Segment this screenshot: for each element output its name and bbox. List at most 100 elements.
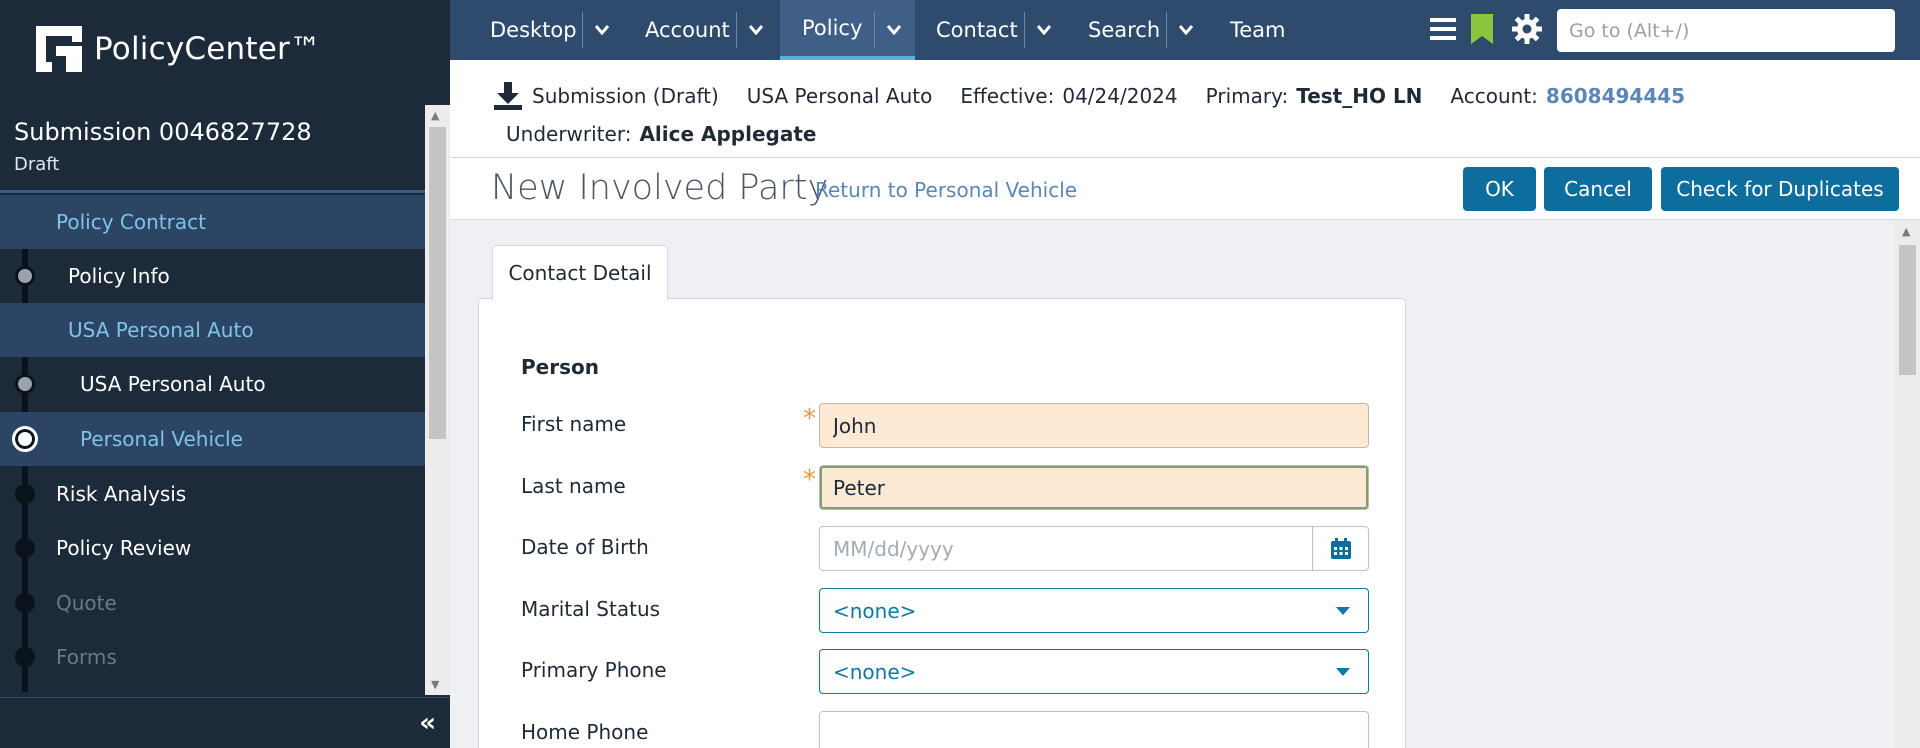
product-label: USA Personal Auto xyxy=(746,84,933,108)
tab-label: Contact xyxy=(936,18,1018,42)
sidebar-item-label: Forms xyxy=(56,645,117,669)
last-name-label: Last name xyxy=(521,474,626,498)
primary-label: Primary: xyxy=(1205,84,1289,108)
select-value: <none> xyxy=(833,659,917,684)
goto-search-input[interactable] xyxy=(1557,9,1895,52)
contact-detail-card: Person First name * Last name * Date of … xyxy=(478,298,1406,748)
tab-desktop[interactable]: Desktop xyxy=(490,0,577,60)
date-of-birth-input[interactable] xyxy=(819,526,1313,571)
sidebar-item-policy-contract[interactable]: Policy Contract xyxy=(0,195,425,249)
sidebar-item-policy-info[interactable]: Policy Info xyxy=(0,249,425,303)
step-icon xyxy=(15,484,35,504)
page-title: New Involved Party xyxy=(491,168,829,208)
caret-down-icon xyxy=(1336,668,1350,676)
primary-insured: Test_HO LN xyxy=(1296,84,1423,108)
policycenter-logo-icon xyxy=(36,26,82,72)
bookmark-icon[interactable] xyxy=(1471,14,1493,44)
ok-button[interactable]: OK xyxy=(1463,167,1536,211)
scrollbar-thumb[interactable] xyxy=(429,127,446,439)
sidebar-item-usa-personal-auto-group[interactable]: USA Personal Auto xyxy=(0,303,425,357)
account-number-link[interactable]: 8608494445 xyxy=(1546,84,1685,108)
sidebar-item-label: USA Personal Auto xyxy=(68,318,254,342)
sidebar-divider xyxy=(0,190,425,193)
marital-status-label: Marital Status xyxy=(521,597,661,621)
content-scrollbar[interactable]: ▲ xyxy=(1895,221,1920,748)
tab-search-menu[interactable] xyxy=(1166,0,1204,60)
policy-info-bar: Submission (Draft) USA Personal Auto Eff… xyxy=(450,60,1920,158)
tab-label: Team xyxy=(1230,18,1286,42)
sidebar-footer: « xyxy=(0,697,450,748)
chevron-down-icon xyxy=(1024,12,1062,48)
scroll-up-icon[interactable]: ▲ xyxy=(1902,225,1910,238)
collapse-sidebar-icon[interactable]: « xyxy=(419,708,436,738)
section-heading-person: Person xyxy=(521,355,599,379)
tab-policy[interactable]: Policy xyxy=(780,0,915,60)
tab-label: Account xyxy=(645,18,730,42)
gear-icon[interactable] xyxy=(1512,14,1542,44)
primary-phone-label: Primary Phone xyxy=(521,658,667,682)
scroll-up-icon[interactable]: ▲ xyxy=(431,109,439,122)
current-step-icon xyxy=(12,426,38,452)
marital-status-select[interactable]: <none> xyxy=(819,588,1369,633)
chevron-down-icon xyxy=(1166,12,1204,48)
step-icon xyxy=(15,593,35,613)
check-for-duplicates-button[interactable]: Check for Duplicates xyxy=(1661,167,1899,211)
sidebar-item-label: Policy Info xyxy=(68,264,170,288)
sidebar: PolicyCenter™ Submission 0046827728 Draf… xyxy=(0,0,450,748)
cancel-button[interactable]: Cancel xyxy=(1544,167,1652,211)
first-name-input[interactable] xyxy=(819,403,1369,448)
sidebar-item-usa-personal-auto[interactable]: USA Personal Auto xyxy=(0,357,425,411)
step-icon xyxy=(15,538,35,558)
step-complete-icon xyxy=(15,374,35,394)
account-label: Account: xyxy=(1450,84,1538,108)
primary-phone-select[interactable]: <none> xyxy=(819,649,1369,694)
return-to-personal-vehicle-link[interactable]: Return to Personal Vehicle xyxy=(815,178,1077,202)
sidebar-item-label: Policy Review xyxy=(56,536,192,560)
calendar-button[interactable] xyxy=(1313,526,1369,571)
app-logo[interactable]: PolicyCenter™ xyxy=(36,26,321,72)
effective-label: Effective: xyxy=(960,84,1055,108)
underwriter-name: Alice Applegate xyxy=(639,122,817,146)
sidebar-item-label: Risk Analysis xyxy=(56,482,187,506)
tab-label: Search xyxy=(1088,18,1161,42)
sidebar-item-forms: Forms xyxy=(0,630,425,684)
top-navigation: Desktop Account Policy Contact Search Te… xyxy=(450,0,1920,60)
sidebar-item-personal-vehicle[interactable]: Personal Vehicle xyxy=(0,412,425,466)
tab-account[interactable]: Account xyxy=(645,0,730,60)
chevron-down-icon[interactable] xyxy=(874,12,912,48)
caret-down-icon xyxy=(1336,607,1350,615)
tab-desktop-menu[interactable] xyxy=(582,0,620,60)
tab-label: Desktop xyxy=(490,18,577,42)
effective-date: 04/24/2024 xyxy=(1062,84,1178,108)
sidebar-item-quote: Quote xyxy=(0,576,425,630)
sidebar-item-label: Policy Contract xyxy=(56,210,206,234)
tab-team[interactable]: Team xyxy=(1230,0,1286,60)
scroll-down-icon[interactable]: ▼ xyxy=(431,678,439,691)
required-asterisk-icon: * xyxy=(803,404,816,434)
last-name-input[interactable] xyxy=(819,465,1369,510)
job-status: Draft xyxy=(14,154,60,175)
tab-account-menu[interactable] xyxy=(736,0,774,60)
tab-contact-menu[interactable] xyxy=(1024,0,1062,60)
app-name: PolicyCenter™ xyxy=(94,31,322,67)
first-name-label: First name xyxy=(521,412,627,436)
sidebar-scrollbar[interactable]: ▲ ▼ xyxy=(425,105,450,695)
sidebar-item-policy-review[interactable]: Policy Review xyxy=(0,521,425,575)
sidebar-item-label: Quote xyxy=(56,591,117,615)
required-asterisk-icon: * xyxy=(803,465,816,495)
scrollbar-thumb[interactable] xyxy=(1899,245,1916,375)
tab-search[interactable]: Search xyxy=(1088,0,1160,60)
chevron-down-icon xyxy=(736,12,774,48)
underwriter-label: Underwriter: xyxy=(506,122,632,146)
download-icon[interactable] xyxy=(492,80,524,112)
tab-contact[interactable]: Contact xyxy=(936,0,1018,60)
sidebar-item-risk-analysis[interactable]: Risk Analysis xyxy=(0,467,425,521)
step-icon xyxy=(15,647,35,667)
date-of-birth-label: Date of Birth xyxy=(521,535,649,559)
tab-label: Policy xyxy=(802,16,863,40)
menu-icon[interactable] xyxy=(1430,16,1456,42)
home-phone-input[interactable] xyxy=(819,711,1369,748)
step-complete-icon xyxy=(15,266,35,286)
tab-contact-detail[interactable]: Contact Detail xyxy=(492,245,668,300)
sidebar-item-label: Personal Vehicle xyxy=(80,427,243,451)
